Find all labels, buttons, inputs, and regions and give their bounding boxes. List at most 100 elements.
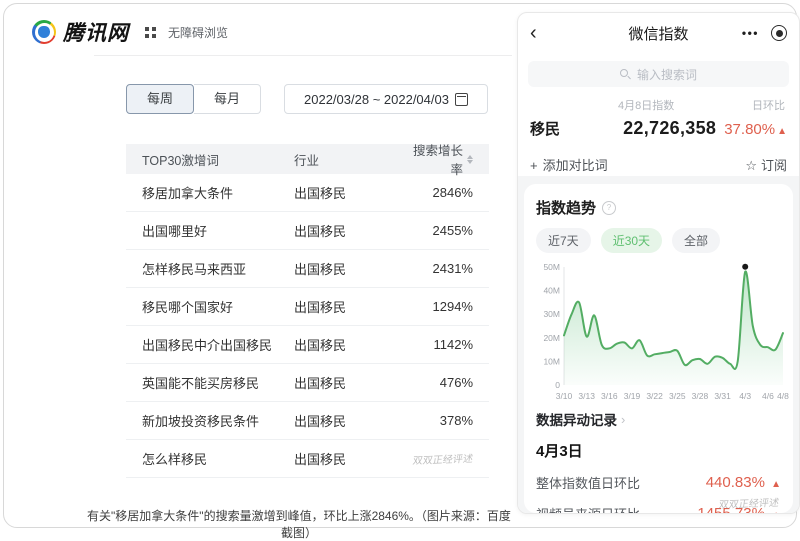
anomaly-date: 4月3日	[536, 440, 781, 461]
industry-cell: 出国移民	[294, 183, 404, 202]
growth-cell: 378%	[404, 413, 489, 428]
svg-text:0: 0	[555, 380, 560, 390]
svg-text:3/31: 3/31	[714, 391, 731, 401]
trend-title: 指数趋势	[536, 197, 596, 218]
keyword-cell: 英国能不能买房移民	[126, 373, 294, 392]
search-placeholder: 输入搜索词	[637, 66, 697, 83]
industry-cell: 出国移民	[294, 335, 404, 354]
period-tab[interactable]: 每周	[126, 84, 194, 114]
anomaly-title: 数据异动记录	[536, 409, 617, 429]
search-input[interactable]: 输入搜索词	[528, 61, 789, 87]
add-compare-button[interactable]: +添加对比词	[530, 155, 608, 174]
svg-text:3/16: 3/16	[601, 391, 618, 401]
table-row: 新加坡投资移民条件出国移民378%	[126, 402, 489, 440]
svg-text:40M: 40M	[543, 286, 560, 296]
anomaly-label: 整体指数值日环比	[536, 473, 640, 492]
svg-text:20M: 20M	[543, 333, 560, 343]
filter-row: 每周每月 2022/03/28 ~ 2022/04/03	[126, 84, 488, 114]
watermark: 双双正经评述	[412, 450, 474, 467]
trend-tab[interactable]: 全部	[672, 228, 720, 253]
index-keyword: 移民	[530, 118, 560, 139]
table-row: 怎么样移民出国移民双双正经评述	[126, 440, 489, 478]
page-frame: 腾讯网 无障碍浏览 每周每月 2022/03/28 ~ 2022/04/03 T…	[3, 3, 797, 528]
col-industry: 行业	[294, 150, 404, 169]
growth-cell: 2455%	[404, 223, 489, 238]
date-range-picker[interactable]: 2022/03/28 ~ 2022/04/03	[284, 84, 488, 114]
keyword-cell: 怎么样移民	[126, 449, 294, 468]
chevron-right-icon[interactable]: ›	[621, 412, 625, 427]
up-triangle-icon: ▲	[777, 126, 787, 137]
svg-text:4/6: 4/6	[762, 391, 774, 401]
index-change: 37.80%	[724, 121, 775, 138]
anomaly-rows: 整体指数值日环比 440.83% ▲ 视频号来源日环比1455.73% ▲双双正经评…	[536, 473, 781, 514]
index-header-row: 4月8日指数 日环比	[532, 97, 785, 113]
keyword-cell: 移居加拿大条件	[126, 183, 294, 202]
industry-cell: 出国移民	[294, 259, 404, 278]
actions-row: +添加对比词 ☆订阅	[530, 155, 787, 174]
table-row: 出国哪里好出国移民2455%	[126, 212, 489, 250]
keyword-cell: 出国移民中介出国移民	[126, 335, 294, 354]
header-divider	[94, 55, 512, 56]
period-tab[interactable]: 每月	[194, 84, 261, 114]
grid-icon[interactable]	[145, 27, 156, 38]
up-triangle-icon: ▲	[771, 479, 781, 490]
col-keyword: TOP30激增词	[126, 150, 294, 169]
svg-text:3/19: 3/19	[624, 391, 641, 401]
svg-text:10M: 10M	[543, 356, 560, 366]
watermark: 双双正经评述	[718, 494, 780, 511]
mini-program-navbar: 微信指数 ‹ •••	[518, 13, 799, 53]
svg-text:30M: 30M	[543, 309, 560, 319]
svg-text:3/25: 3/25	[669, 391, 686, 401]
svg-text:4/3: 4/3	[739, 391, 751, 401]
trend-chart: 010M20M30M40M50M3/103/133/163/193/223/25…	[536, 257, 793, 407]
svg-text:3/28: 3/28	[692, 391, 709, 401]
anomaly-label: 视频号来源日环比	[536, 504, 640, 514]
subscribe-button[interactable]: ☆订阅	[745, 155, 787, 174]
trend-tab[interactable]: 近7天	[536, 228, 591, 253]
trend-tab[interactable]: 近30天	[601, 228, 662, 253]
period-segmented-control: 每周每月	[126, 84, 261, 114]
brand-name: 腾讯网	[63, 17, 129, 47]
keyword-cell: 怎样移民马来西亚	[126, 259, 294, 278]
table-body: 移居加拿大条件出国移民2846%出国哪里好出国移民2455%怎样移民马来西亚出国…	[126, 174, 489, 478]
trend-card: 指数趋势 近7天近30天全部 010M20M30M40M50M3/103/133…	[524, 184, 793, 513]
panel-body: 指数趋势 近7天近30天全部 010M20M30M40M50M3/103/133…	[518, 176, 799, 513]
index-date-label: 4月8日指数	[618, 97, 674, 113]
image-caption: 有关"移居加拿大条件"的搜索量激增到峰值，环比上涨2846%。（图片来源：百度截…	[84, 507, 514, 541]
svg-text:4/8: 4/8	[777, 391, 789, 401]
table-row: 出国移民中介出国移民出国移民1142%	[126, 326, 489, 364]
date-range-value: 2022/03/28 ~ 2022/04/03	[304, 92, 449, 107]
table-row: 移居加拿大条件出国移民2846%	[126, 174, 489, 212]
industry-cell: 出国移民	[294, 411, 404, 430]
anomaly-row: 整体指数值日环比 440.83% ▲	[536, 473, 781, 492]
more-menu-icon[interactable]: •••	[742, 26, 759, 40]
index-value: 22,726,358	[623, 118, 716, 139]
plus-icon: +	[530, 158, 538, 173]
col-growth[interactable]: 搜索增长率	[404, 140, 489, 178]
info-icon[interactable]	[602, 201, 616, 215]
sort-icon[interactable]	[467, 155, 473, 164]
svg-text:3/10: 3/10	[556, 391, 573, 401]
table-header: TOP30激增词 行业 搜索增长率	[126, 144, 489, 174]
anomaly-row: 视频号来源日环比1455.73% ▲双双正经评述	[536, 504, 781, 514]
dod-label: 日环比	[752, 97, 785, 113]
industry-cell: 出国移民	[294, 449, 404, 468]
trend-range-tabs: 近7天近30天全部	[536, 228, 781, 253]
index-value-row: 移民 22,726,358 37.80% ▲	[530, 118, 787, 139]
growth-cell: 1294%	[404, 299, 489, 314]
keyword-cell: 移民哪个国家好	[126, 297, 294, 316]
growth-cell: 2431%	[404, 261, 489, 276]
industry-cell: 出国移民	[294, 297, 404, 316]
star-icon: ☆	[745, 158, 757, 173]
close-capsule-icon[interactable]	[771, 25, 787, 41]
site-header: 腾讯网 无障碍浏览	[32, 17, 228, 47]
industry-cell: 出国移民	[294, 373, 404, 392]
industry-cell: 出国移民	[294, 221, 404, 240]
anomaly-value: 440.83% ▲	[706, 474, 781, 491]
table-row: 英国能不能买房移民出国移民476%	[126, 364, 489, 402]
accessibility-link[interactable]: 无障碍浏览	[168, 24, 228, 41]
svg-text:3/22: 3/22	[646, 391, 663, 401]
growth-cell: 2846%	[404, 185, 489, 200]
table-row: 怎样移民马来西亚出国移民2431%	[126, 250, 489, 288]
svg-text:3/13: 3/13	[578, 391, 595, 401]
